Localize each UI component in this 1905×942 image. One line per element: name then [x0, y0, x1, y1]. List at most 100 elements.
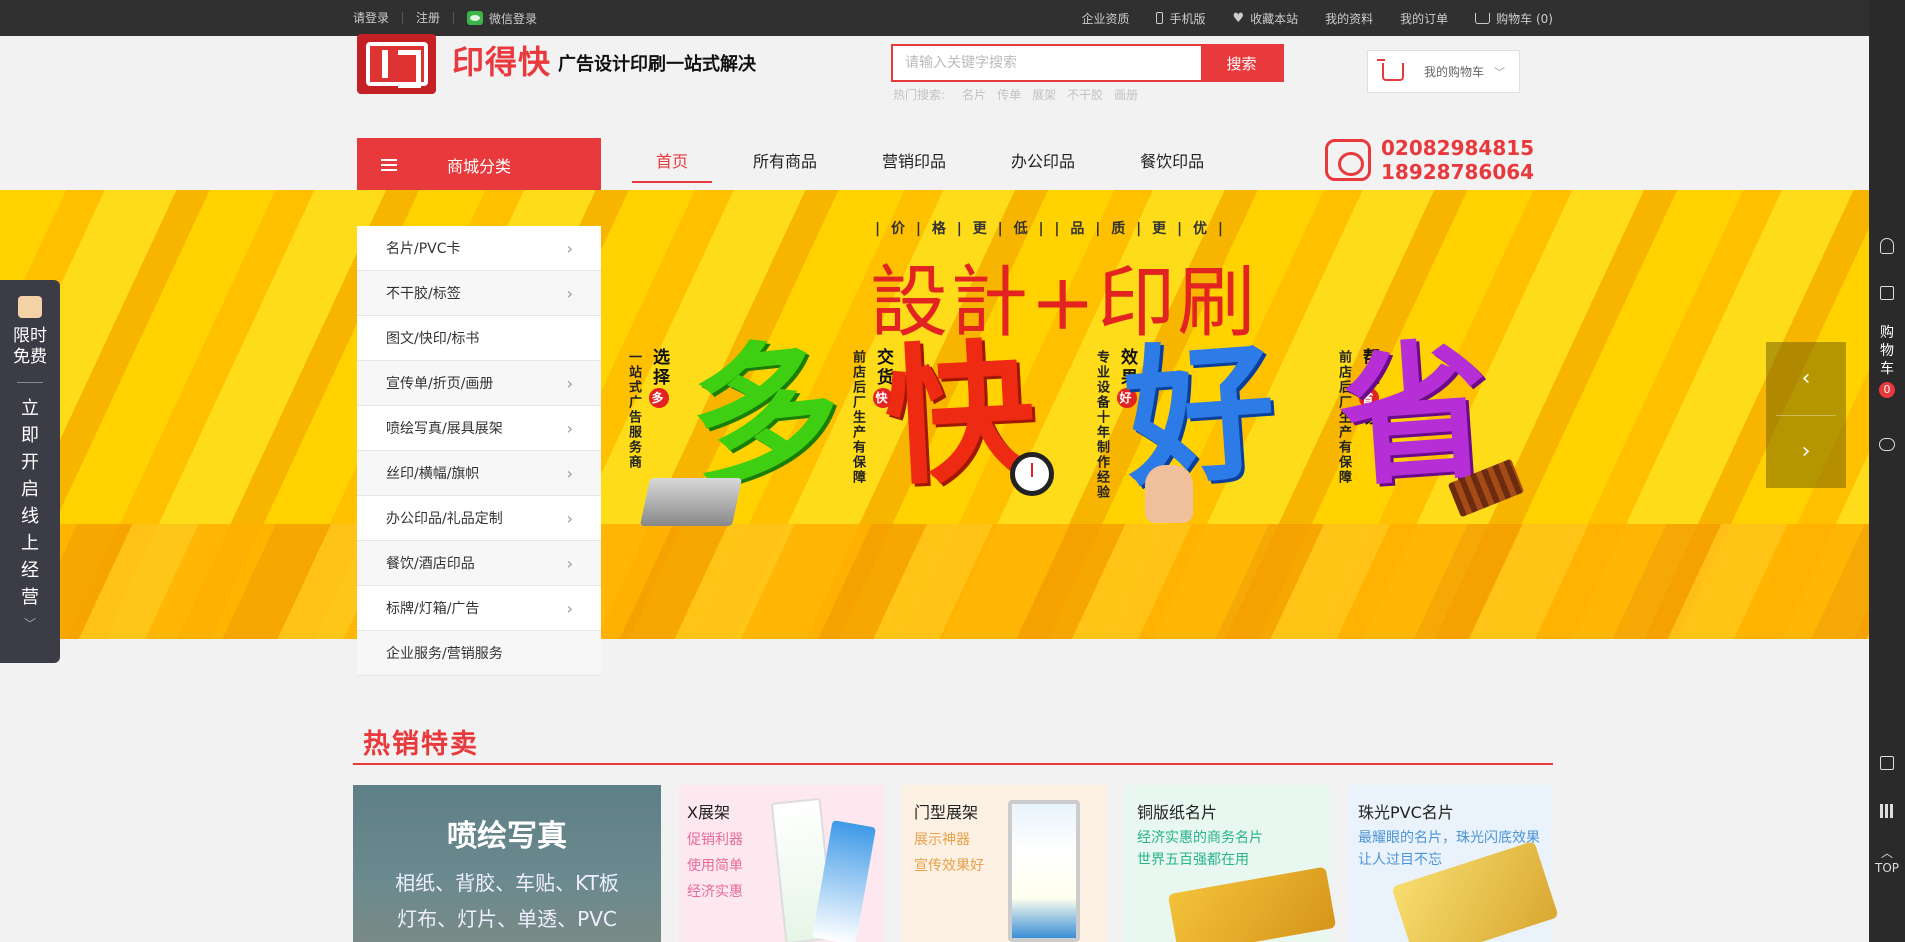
orders-button[interactable] — [1869, 286, 1905, 300]
favorite-link[interactable]: ♥ 收藏本站 — [1205, 10, 1298, 27]
cart-icon — [1377, 58, 1404, 81]
hot-term[interactable]: 传单 — [997, 86, 1021, 103]
chevron-right-icon: › — [566, 418, 573, 438]
feedback-button[interactable] — [1869, 756, 1905, 770]
product-card-inkjet[interactable]: 喷绘写真 相纸、背胶、车贴、KT板 灯布、灯片、单透、PVC — [353, 785, 661, 942]
user-icon — [1880, 238, 1894, 254]
chat-icon — [1879, 438, 1895, 451]
my-cart-button[interactable]: 我的购物车 ﹀ — [1367, 50, 1520, 93]
door-stand-image — [1008, 800, 1080, 942]
phone-icon — [1156, 12, 1164, 24]
printer-image — [639, 478, 743, 526]
banner-block-desc: 一站式广告服务商 — [626, 350, 641, 470]
product-card-title: 铜版纸名片 — [1137, 803, 1218, 822]
search-input[interactable] — [893, 46, 1201, 80]
favorite-label: 收藏本站 — [1250, 11, 1299, 26]
topbar-cart-label: 购物车 (0) — [1496, 11, 1553, 26]
my-profile-link[interactable]: 我的资料 — [1298, 10, 1373, 27]
login-link[interactable]: 请登录 — [353, 0, 402, 36]
topbar-right: 企业资质 手机版 ♥ 收藏本站 我的资料 我的订单 购物车 (0) — [1054, 0, 1553, 36]
free-trial-float[interactable]: 限时免费 立即开启线上经营 ﹀ — [0, 280, 60, 663]
hot-search: 热门搜索: 名片 传单 展架 不干胶 画册 — [893, 86, 1138, 103]
product-card-title: 珠光PVC名片 — [1358, 803, 1454, 822]
banner-next-button[interactable]: › — [1766, 416, 1846, 489]
enterprise-link[interactable]: 企业资质 — [1054, 10, 1129, 27]
chevron-left-icon: ‹ — [1801, 365, 1811, 391]
category-item[interactable]: 企业服务/营销服务 — [357, 631, 601, 676]
banner-block-desc: 专业设备十年制作经验 — [1094, 350, 1109, 500]
product-card-desc: 相纸、背胶、车贴、KT板 灯布、灯片、单透、PVC — [395, 871, 619, 931]
my-orders-label: 我的订单 — [1400, 11, 1449, 26]
qr-code-button[interactable] — [1869, 804, 1905, 818]
nav-item-catering[interactable]: 餐饮印品 — [1116, 138, 1228, 183]
hero-banner[interactable]: | 价 | 格 | 更 | 低 | | 品 | 质 | 更 | 优 | 設計+印… — [0, 190, 1869, 639]
logo[interactable] — [357, 34, 436, 94]
product-card-desc: 经济实惠的商务名片 世界五百强都在用 — [1137, 830, 1263, 868]
hot-sale-underline — [353, 763, 1553, 765]
banner-prev-button[interactable]: ‹ — [1766, 342, 1846, 415]
hot-term[interactable]: 展架 — [1032, 86, 1056, 103]
category-menu-button[interactable]: 商城分类 — [357, 138, 601, 191]
mobile-link[interactable]: 手机版 — [1129, 10, 1205, 27]
chevron-right-icon: › — [566, 598, 573, 618]
chevron-down-icon: ﹀ — [23, 617, 36, 631]
register-link[interactable]: 注册 — [403, 0, 453, 36]
cart-icon — [1475, 12, 1491, 24]
nav-item-office[interactable]: 办公印品 — [987, 138, 1099, 183]
chevron-right-icon: › — [1801, 439, 1811, 465]
category-menu: 名片/PVC卡 › 不干胶/标签 › 图文/快印/标书 宣传单/折页/画册 › 喷绘写… — [357, 226, 601, 676]
my-orders-link[interactable]: 我的订单 — [1373, 10, 1448, 27]
search-bar: 搜索 — [891, 44, 1284, 82]
nav-item-marketing[interactable]: 营销印品 — [858, 138, 970, 183]
chevron-right-icon: › — [566, 238, 573, 258]
back-to-top-button[interactable]: ︿ TOP — [1869, 844, 1905, 875]
chevron-right-icon: › — [566, 508, 573, 528]
gift-icon — [18, 296, 42, 318]
category-item[interactable]: 标牌/灯箱/广告 › — [357, 586, 601, 631]
wechat-login-link[interactable]: 微信登录 — [454, 10, 537, 27]
search-button[interactable]: 搜索 — [1201, 46, 1282, 80]
my-cart-label: 我的购物车 — [1424, 65, 1485, 79]
category-menu-label: 商城分类 — [447, 156, 512, 176]
nav-item-home[interactable]: 首页 — [632, 138, 713, 183]
category-item[interactable]: 办公印品/礼品定制 › — [357, 496, 601, 541]
user-button[interactable] — [1869, 238, 1905, 254]
mobile-label: 手机版 — [1169, 11, 1206, 26]
hot-term[interactable]: 画册 — [1114, 86, 1138, 103]
category-item[interactable]: 名片/PVC卡 › — [357, 226, 601, 271]
sidebar-cart-button[interactable]: 购物车 0 — [1869, 324, 1905, 398]
topbar-cart-link[interactable]: 购物车 (0) — [1448, 10, 1553, 27]
chevron-right-icon: › — [566, 283, 573, 303]
alarm-clock-image — [1010, 452, 1054, 496]
chevron-up-icon: ︿ — [1880, 846, 1893, 860]
category-item[interactable]: 餐饮/酒店印品 › — [357, 541, 601, 586]
category-item[interactable]: 丝印/横幅/旗帜 › — [357, 451, 601, 496]
heart-icon: ♥ — [1232, 10, 1245, 26]
hot-term[interactable]: 不干胶 — [1067, 86, 1103, 103]
main-nav: 首页 所有商品 营销印品 办公印品 餐饮印品 — [632, 138, 1245, 191]
phone-number-1: 02082984815 — [1381, 136, 1535, 160]
category-item[interactable]: 喷绘写真/展具展架 › — [357, 406, 601, 451]
my-profile-label: 我的资料 — [1325, 11, 1374, 26]
chevron-right-icon: › — [566, 463, 573, 483]
phone-number-2: 18928786064 — [1381, 160, 1535, 184]
chat-button[interactable] — [1869, 438, 1905, 451]
float-divider — [17, 382, 43, 383]
hot-term[interactable]: 名片 — [962, 86, 986, 103]
top-bar: 请登录 注册 微信登录 企业资质 手机版 ♥ 收藏本站 我的资料 我的订单 购物车… — [0, 0, 1869, 36]
banner-arrows: ‹ › — [1766, 342, 1846, 488]
topbar-left: 请登录 注册 微信登录 — [353, 0, 537, 36]
banner-block-title: 选择多 — [647, 348, 672, 408]
nav-item-all-products[interactable]: 所有商品 — [729, 138, 841, 183]
category-item[interactable]: 宣传单/折页/画册 › — [357, 361, 601, 406]
brand-name: 印得快 — [452, 43, 552, 81]
product-card-title: 喷绘写真 — [447, 819, 567, 854]
back-to-top-label: TOP — [1874, 861, 1899, 875]
chevron-right-icon: › — [566, 553, 573, 573]
category-item[interactable]: 不干胶/标签 › — [357, 271, 601, 316]
banner-tagline: | 价 | 格 | 更 | 低 | | 品 | 质 | 更 | 优 | — [875, 221, 1226, 237]
category-item[interactable]: 图文/快印/标书 — [357, 316, 601, 361]
hot-sale-title: 热销特卖 — [363, 729, 479, 760]
banner-big-char: 多 — [681, 319, 849, 511]
edit-icon — [1880, 756, 1894, 770]
